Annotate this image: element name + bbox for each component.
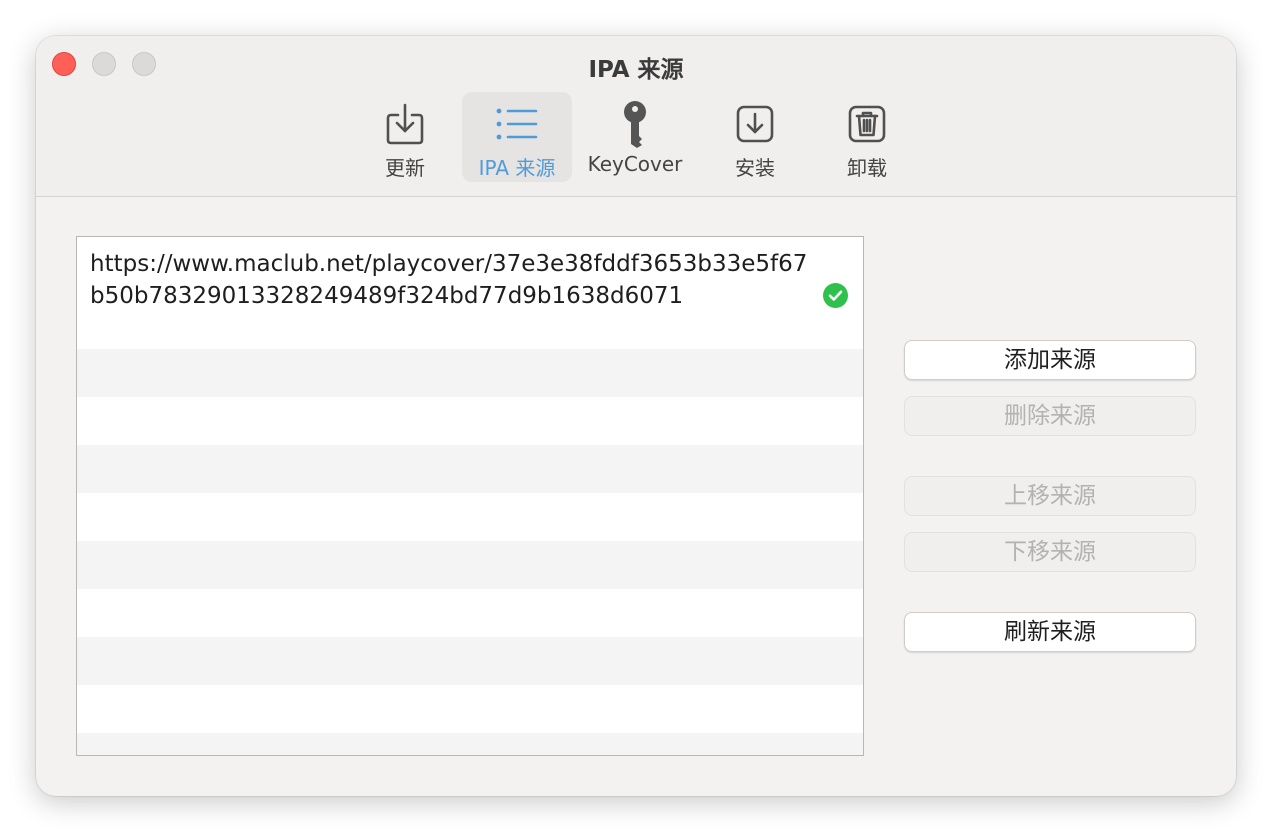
toolbar-item-label: 更新 [385,156,425,180]
toolbar-item-install[interactable]: 安装 [720,92,790,182]
empty-row [77,445,863,493]
delete-source-button[interactable]: 删除来源 [904,396,1196,436]
toolbar-item-label: 卸载 [847,156,887,180]
table-row[interactable]: https://www.maclub.net/playcover/37e3e38… [77,237,863,349]
move-source-up-button[interactable]: 上移来源 [904,476,1196,516]
toolbar-item-label: 安装 [735,156,775,180]
sources-table[interactable]: https://www.maclub.net/playcover/37e3e38… [76,236,864,756]
toolbar-item-update[interactable]: 更新 [370,92,440,182]
toolbar-item-ipa-sources[interactable]: IPA 来源 [462,92,572,182]
key-icon [613,101,657,148]
empty-row [77,349,863,397]
toolbar-item-label: KeyCover [587,152,683,176]
window-title: IPA 来源 [588,57,684,83]
toolbar-item-keycover[interactable]: KeyCover [584,92,686,182]
checkmark-circle-icon [823,283,848,308]
empty-row [77,493,863,541]
source-url: https://www.maclub.net/playcover/37e3e38… [90,251,808,309]
install-arrow-icon [733,102,777,146]
update-download-icon [383,102,427,146]
empty-row [77,397,863,445]
empty-row [77,541,863,589]
toolbar-item-uninstall[interactable]: 卸载 [832,92,902,182]
ipa-sources-window: IPA 来源 更新 IPA 来源 KeyCover 安装 卸载 https://… [36,36,1236,796]
empty-row [77,685,863,733]
list-icon [495,102,539,146]
refresh-sources-button[interactable]: 刷新来源 [904,612,1196,652]
trash-icon [845,102,889,146]
toolbar-item-label: IPA 来源 [478,156,556,180]
empty-row [77,589,863,637]
move-source-down-button[interactable]: 下移来源 [904,532,1196,572]
empty-row [77,637,863,685]
add-source-button[interactable]: 添加来源 [904,340,1196,380]
empty-row [77,733,863,755]
title-bar: IPA 来源 更新 IPA 来源 KeyCover 安装 卸载 [36,36,1236,197]
